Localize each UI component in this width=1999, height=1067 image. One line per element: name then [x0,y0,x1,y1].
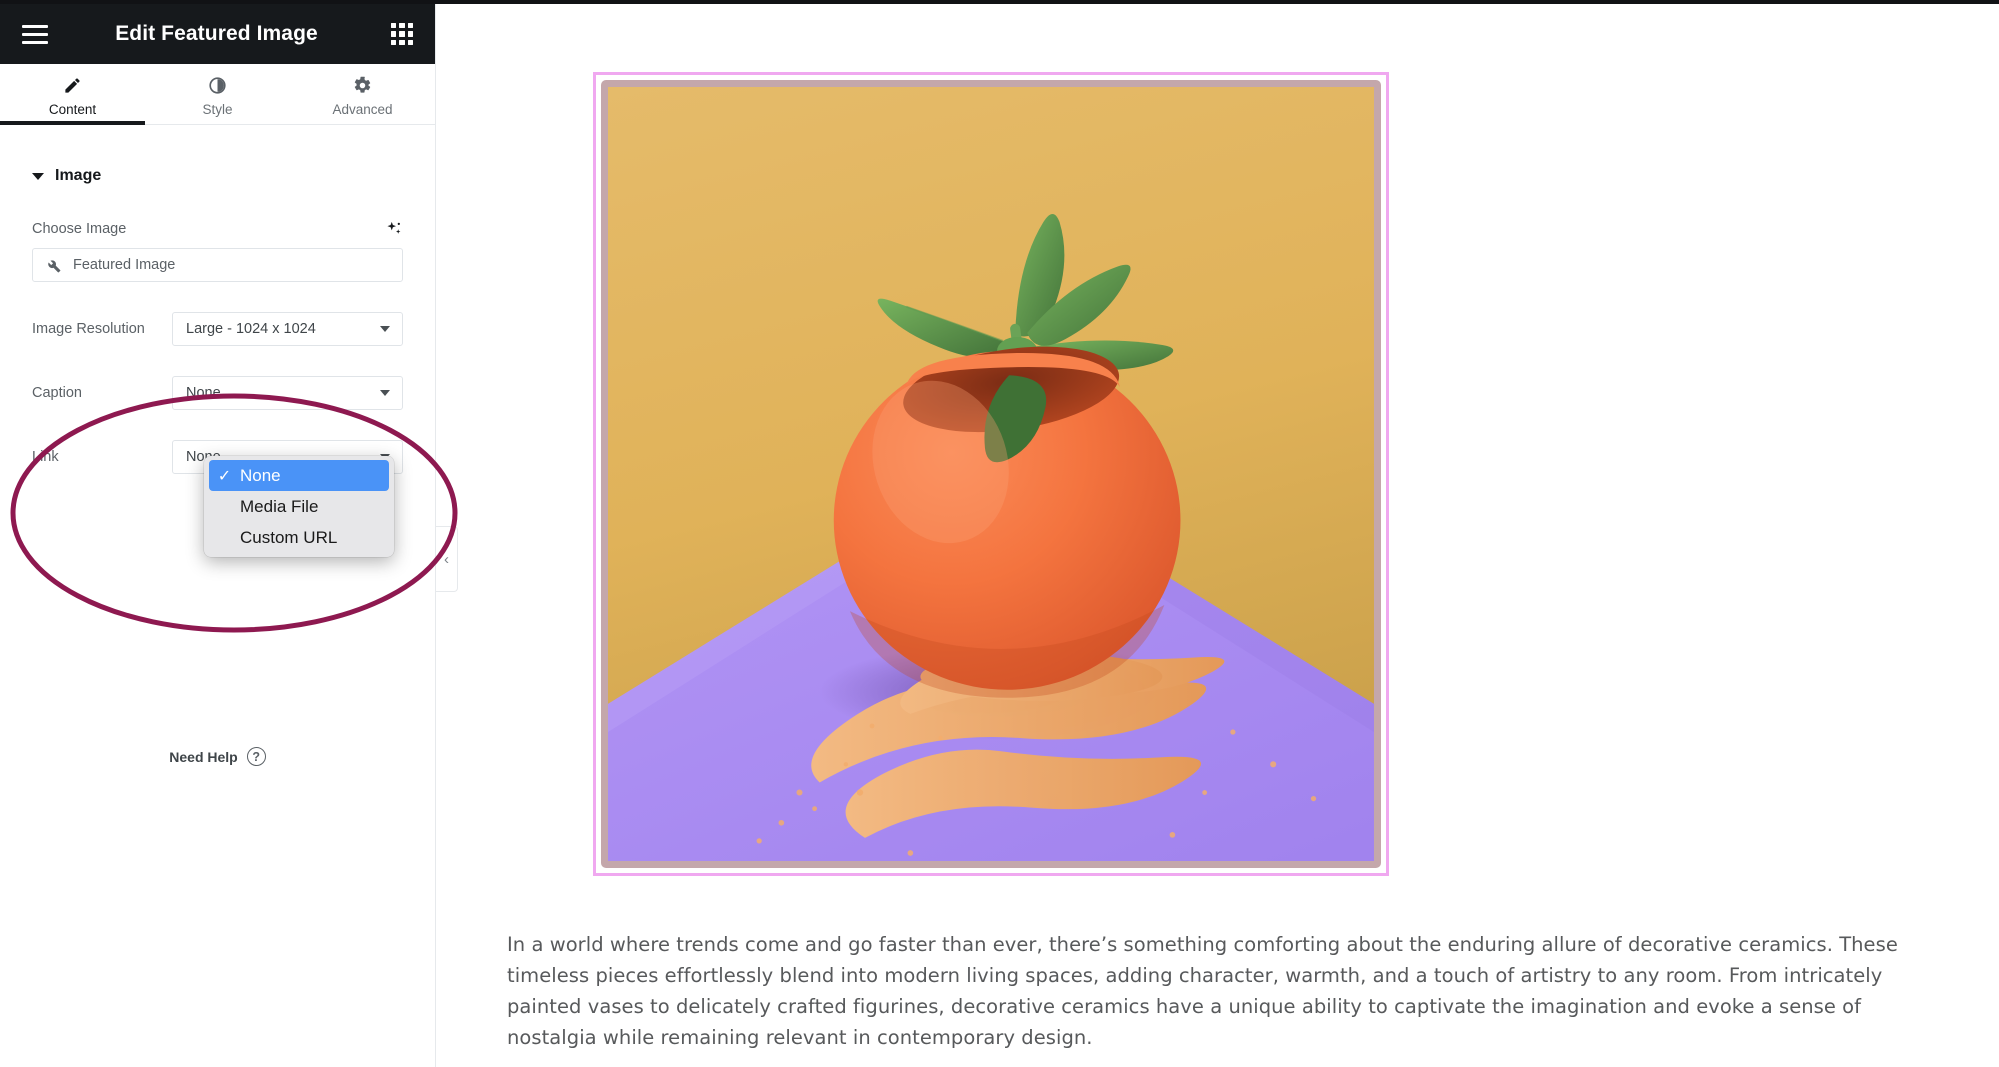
featured-image [608,87,1374,861]
pencil-icon [63,75,82,95]
image-resolution-select[interactable]: Large - 1024 x 1024 [172,312,403,346]
contrast-icon [208,75,227,95]
dropdown-option-custom-url[interactable]: Custom URL [209,522,389,553]
elementor-editor: Edit Featured Image Content Style Advanc… [0,0,1999,1067]
question-circle-icon: ? [246,747,266,766]
preview-canvas: In a world where trends come and go fast… [437,4,1999,1067]
tab-style[interactable]: Style [145,64,290,124]
link-dropdown-menu: ✓ None Media File Custom URL [204,456,394,557]
chevron-down-icon [32,172,44,180]
tab-advanced[interactable]: Advanced [290,64,435,124]
panel-body: Image Choose Image Featured Image Image … [0,167,435,766]
link-label: Link [32,449,59,465]
image-resolution-row: Image Resolution Large - 1024 x 1024 [32,312,403,346]
check-icon: ✓ [217,467,232,485]
need-help-label: Need Help [169,748,238,765]
page-title: Edit Featured Image [115,22,318,45]
caption-label: Caption [32,385,82,401]
tab-advanced-label: Advanced [332,102,393,117]
image-resolution-label: Image Resolution [32,321,145,337]
tab-style-label: Style [202,102,233,117]
dropdown-option-label: None [240,465,281,485]
featured-image-frame [601,80,1381,868]
image-resolution-value: Large - 1024 x 1024 [186,321,316,337]
chevron-down-icon [380,326,390,332]
panel-tabs: Content Style Advanced [0,64,435,125]
dropdown-option-none[interactable]: ✓ None [209,460,389,491]
choose-image-field[interactable]: Featured Image [32,248,403,282]
gear-icon [353,75,372,95]
section-header-image[interactable]: Image [32,167,403,185]
choose-image-label-row: Choose Image [32,220,403,238]
dropdown-option-label: Media File [240,496,319,516]
body-paragraph: In a world where trends come and go fast… [507,932,1898,1049]
need-help-link[interactable]: Need Help ? [0,747,435,766]
tab-content-label: Content [48,102,97,117]
section-title: Image [55,167,102,184]
apps-grid-icon[interactable] [391,23,413,45]
chevron-down-icon [380,390,390,396]
tab-content[interactable]: Content [0,64,145,125]
caption-value: None [186,385,221,401]
chevron-left-icon: ‹ [444,550,449,568]
choose-image-value: Featured Image [73,257,176,273]
editor-panel: Edit Featured Image Content Style Advanc… [0,4,436,1067]
dropdown-option-label: Custom URL [240,527,338,547]
choose-image-label: Choose Image [32,221,127,237]
caption-row: Caption None [32,376,403,410]
ai-sparkle-icon[interactable] [385,220,403,238]
dropdown-option-media-file[interactable]: Media File [209,491,389,522]
caption-select[interactable]: None [172,376,403,410]
collapse-panel-handle[interactable]: ‹ [436,526,458,592]
panel-header: Edit Featured Image [0,4,435,64]
wrench-icon [46,258,61,273]
featured-image-widget[interactable] [593,72,1389,876]
